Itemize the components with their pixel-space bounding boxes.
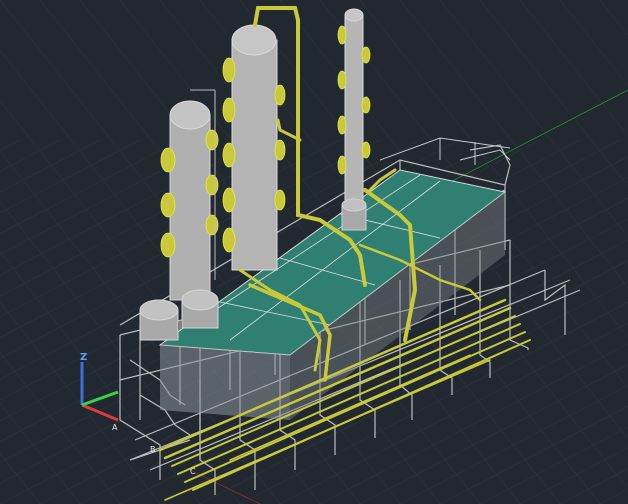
ucs-y-axis <box>81 390 119 407</box>
grid-label-a: A <box>112 423 118 432</box>
grid-label-c: C <box>190 467 196 476</box>
grid-line <box>519 0 628 137</box>
grid-line <box>0 139 101 193</box>
grid-line <box>519 447 628 504</box>
drawing-canvas[interactable]: A B C Z <box>0 0 628 504</box>
grid-line <box>559 468 628 504</box>
distillation-column-left <box>160 89 219 301</box>
distillation-column-middle <box>222 24 286 271</box>
model-viewport[interactable]: A B C Z <box>0 0 628 504</box>
grid-line <box>559 0 628 87</box>
grid-label-b: B <box>150 445 156 454</box>
grid-line <box>599 489 628 504</box>
grid-line <box>0 139 21 151</box>
ucs-z-label: Z <box>80 352 87 363</box>
